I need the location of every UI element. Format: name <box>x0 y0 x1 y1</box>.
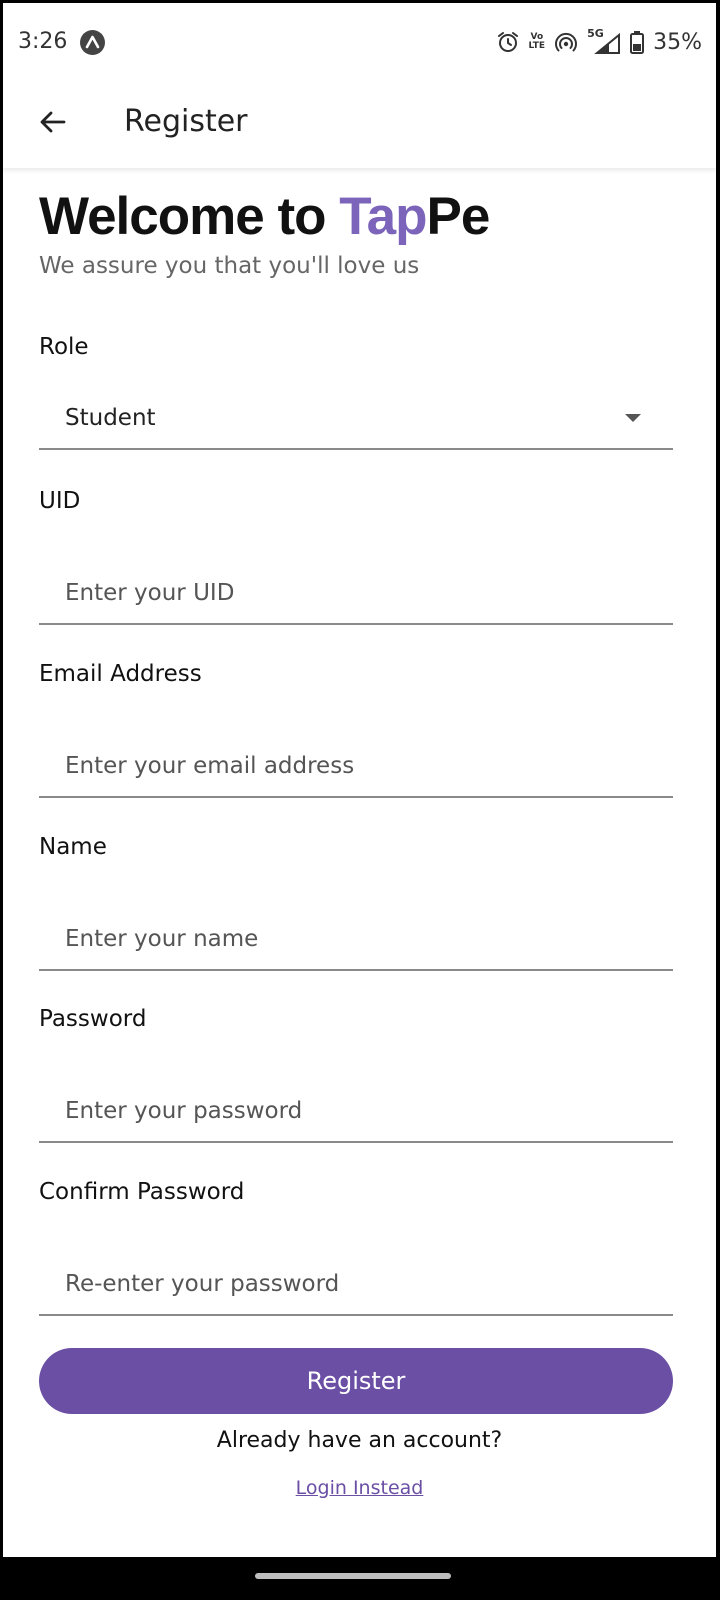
page-title: Register <box>124 104 248 139</box>
status-icons: Vo LTE 5G 35% <box>496 28 702 55</box>
register-button[interactable]: Register <box>39 1348 673 1414</box>
status-bar: 3:26 Vo LTE 5G 35% <box>3 3 716 83</box>
volte-icon: Vo LTE <box>529 33 546 51</box>
app-bar: Register <box>3 83 716 168</box>
alarm-icon <box>496 30 520 54</box>
uid-label: UID <box>39 488 81 514</box>
uid-field-container <box>39 563 673 625</box>
role-select[interactable]: Student <box>39 388 673 450</box>
status-time: 3:26 <box>18 29 68 54</box>
gesture-navigation-bar[interactable] <box>255 1573 451 1579</box>
already-have-account-text: Already have an account? <box>216 1428 503 1453</box>
signal-5g-icon: 5G <box>587 28 621 55</box>
screen: 3:26 Vo LTE 5G 35% Register Welcome to T… <box>3 3 716 1557</box>
welcome-prefix: Welcome to <box>39 187 340 246</box>
confirm-password-field-container <box>39 1254 673 1316</box>
dropdown-arrow-icon <box>625 414 641 422</box>
login-instead-link[interactable]: Login Instead <box>3 1477 716 1499</box>
arrow-left-icon <box>38 107 68 141</box>
brand-rest: Pe <box>426 187 491 246</box>
battery-percentage: 35% <box>653 29 702 55</box>
role-select-value: Student <box>65 405 156 431</box>
welcome-title: Welcome to TapPe <box>39 186 491 247</box>
app-notification-icon <box>80 30 105 55</box>
name-input[interactable] <box>65 909 625 969</box>
brand-highlight: Tap <box>339 187 427 246</box>
hotspot-icon <box>554 30 578 54</box>
name-label: Name <box>39 834 107 860</box>
password-field-container <box>39 1081 673 1143</box>
confirm-password-label: Confirm Password <box>39 1179 245 1205</box>
back-button[interactable] <box>29 100 77 148</box>
name-field-container <box>39 909 673 971</box>
email-input[interactable] <box>65 736 625 796</box>
battery-icon <box>630 30 645 54</box>
role-label: Role <box>39 334 89 360</box>
uid-input[interactable] <box>65 563 625 623</box>
email-label: Email Address <box>39 661 202 687</box>
volte-label-bottom: LTE <box>528 41 546 51</box>
email-field-container <box>39 736 673 798</box>
password-input[interactable] <box>65 1081 625 1141</box>
confirm-password-input[interactable] <box>65 1254 625 1314</box>
password-label: Password <box>39 1006 147 1032</box>
welcome-subtitle: We assure you that you'll love us <box>39 253 420 279</box>
